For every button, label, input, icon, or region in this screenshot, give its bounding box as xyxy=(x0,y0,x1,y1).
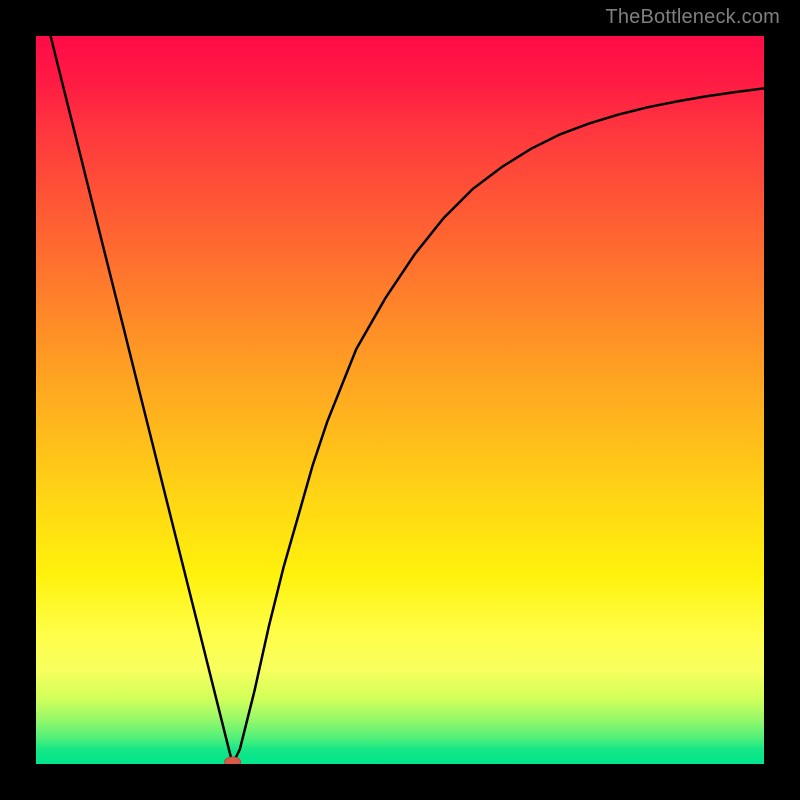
curve-svg xyxy=(36,36,764,764)
plot-area xyxy=(36,36,764,764)
bottleneck-curve-path xyxy=(51,36,764,764)
min-point-marker xyxy=(225,757,241,764)
chart-container: TheBottleneck.com xyxy=(0,0,800,800)
watermark-text: TheBottleneck.com xyxy=(605,6,780,29)
